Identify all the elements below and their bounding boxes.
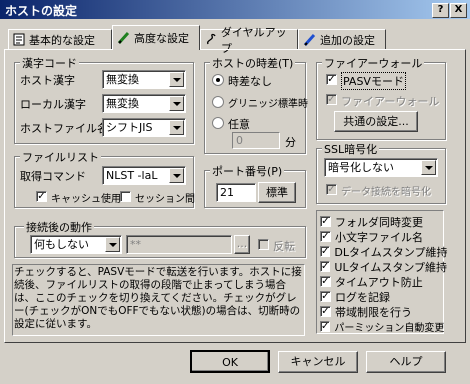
host-kanji-value: 無変換 [106,73,139,86]
filelist-group-title: ファイルリスト [20,149,101,165]
pencil-icon [303,33,316,46]
after-connect-path[interactable]: ** [126,235,232,254]
option-label: ログを記録 [335,290,390,304]
pasv-checkbox[interactable]: ✓ [326,74,337,85]
ssl-select[interactable]: 暗号化しない [324,158,438,177]
after-connect-select[interactable]: 何もしない [30,235,122,254]
phone-cord-icon [207,33,216,45]
list-command-value: NLST -laL [106,169,158,182]
option-checkbox[interactable]: ✓ [320,246,331,257]
browse-button[interactable]: ... [234,235,250,254]
option-checkbox[interactable]: ✓ [320,231,331,242]
tz-gmt-radio[interactable] [212,96,224,108]
pasv-label: PASVモード [341,72,406,90]
port-default-button[interactable]: 標準 [258,182,296,203]
option-timeout[interactable]: ✓ タイムアウト防止 [320,274,444,289]
option-bandwidth[interactable]: ✓ 帯域制限を行う [320,304,444,319]
cache-checkbox[interactable]: ✓ [36,191,47,202]
option-label: ULタイムスタンプ維持 [334,260,448,274]
description-text: チェックすると、PASVモードで転送を行います。ホストに接続後、ファイルリストの… [14,266,302,330]
reverse-label: 反転 [273,240,295,253]
timezone-group-title: ホストの時差(T) [210,55,296,71]
ssl-value: 暗号化しない [328,161,394,174]
firewall-group-title: ファイアーウォール [322,55,425,71]
tab-basic[interactable]: 基本的な設定 [8,29,112,49]
option-ul-timestamp[interactable]: ✓ ULタイムスタンプ維持 [320,259,448,274]
options-list-items: ✓ フォルダ同時変更 ✓ 小文字ファイル名 ✓ DLタイムスタンプ維持 ✓ ULタイムス… [320,214,448,334]
local-kanji-select[interactable]: 無変換 [102,94,186,113]
firewall-checkbox[interactable]: ✓ [326,94,337,105]
window-title: ホストの設定 [5,4,78,18]
tab-extra-label: 追加の設定 [320,33,375,47]
chevron-down-icon[interactable] [169,168,184,183]
help-title-button[interactable]: ? [432,3,449,18]
host-filename-select[interactable]: シフトJIS [102,118,186,137]
chevron-down-icon[interactable] [169,96,184,111]
option-folder-sync[interactable]: ✓ フォルダ同時変更 [320,214,444,229]
option-checkbox[interactable]: ✓ [320,291,331,302]
ok-button[interactable]: OK [190,350,270,373]
tz-unit-label: 分 [285,136,296,149]
option-label: 帯域制限を行う [335,305,412,319]
option-label: パーミッション自動変更 [334,323,445,334]
tab-extra[interactable]: 追加の設定 [298,29,386,49]
chevron-down-icon[interactable] [169,72,184,87]
option-permission[interactable]: ✓ パーミッション自動変更 [320,319,444,334]
cancel-button[interactable]: キャンセル [278,351,358,373]
cache-label: キャッシュ使用 [51,194,121,205]
reverse-checkbox[interactable] [258,239,269,250]
tab-basic-label: 基本的な設定 [29,33,95,47]
host-kanji-label: ホスト漢字 [20,74,75,87]
option-lowercase[interactable]: ✓ 小文字ファイル名 [320,229,444,244]
data-encrypt-label: データ接続を暗号化 [341,187,431,198]
document-icon [13,33,25,46]
host-filename-value: シフトJIS [106,121,153,134]
after-connect-value: 何もしない [34,238,89,251]
tz-none-radio[interactable] [212,74,224,86]
session-label: セッション間 [135,194,195,205]
session-checkbox[interactable] [120,191,131,202]
option-label: DLタイムスタンプ維持 [334,245,448,259]
tz-none-label: 時差なし [228,75,272,88]
common-settings-button[interactable]: 共通の設定... [334,111,418,132]
kanji-group-title: 漢字コード [20,55,79,71]
data-encrypt-checkbox[interactable]: ✓ [326,184,337,195]
close-title-button[interactable]: X [450,3,467,18]
tz-gmt-label: グリニッジ標準時 [228,99,308,110]
list-command-select[interactable]: NLST -laL [102,166,186,185]
list-command-label: 取得コマンド [20,170,86,183]
ssl-group-title: SSL暗号化 [322,141,380,157]
option-label: 小文字ファイル名 [335,230,423,244]
firewall-label: ファイアーウォール [341,95,440,108]
local-kanji-label: ローカル漢字 [20,98,86,111]
pen-icon [117,31,130,45]
option-dl-timestamp[interactable]: ✓ DLタイムスタンプ維持 [320,244,448,259]
tz-minutes-input[interactable]: 0 [232,132,280,149]
port-input[interactable]: 21 [216,183,256,202]
option-label: タイムアウト防止 [335,275,423,289]
option-checkbox[interactable]: ✓ [320,306,331,317]
option-checkbox[interactable]: ✓ [320,321,331,332]
host-filename-label: ホストファイル名 [20,122,108,135]
chevron-down-icon[interactable] [421,160,436,175]
local-kanji-value: 無変換 [106,97,139,110]
option-checkbox[interactable]: ✓ [320,276,331,287]
option-label: フォルダ同時変更 [335,215,423,229]
chevron-down-icon[interactable] [105,237,120,252]
tz-custom-label: 任意 [228,118,250,131]
tab-advanced[interactable]: 高度な設定 [112,25,200,50]
option-log[interactable]: ✓ ログを記録 [320,289,444,304]
option-checkbox[interactable]: ✓ [320,216,331,227]
help-button[interactable]: ヘルプ [366,351,446,373]
port-group-title: ポート番号(P) [210,163,285,179]
chevron-down-icon[interactable] [169,120,184,135]
host-kanji-select[interactable]: 無変換 [102,70,186,89]
tab-advanced-label: 高度な設定 [134,32,189,45]
after-connect-title: 接続後の動作 [24,219,94,235]
tab-dialup[interactable]: ダイヤルアップ [200,26,298,55]
tz-custom-radio[interactable] [212,117,224,129]
option-checkbox[interactable]: ✓ [320,261,331,272]
